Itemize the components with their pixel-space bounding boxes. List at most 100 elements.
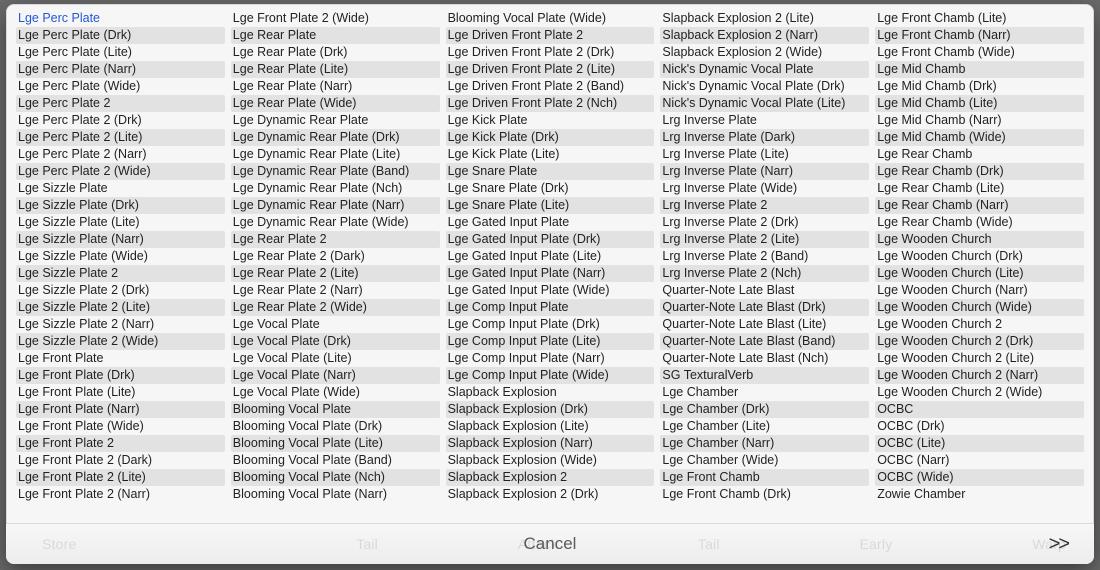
preset-item[interactable]: Lrg Inverse Plate (Narr) [660,163,869,180]
preset-item[interactable]: Lrg Inverse Plate [660,112,869,129]
preset-item[interactable]: Lge Front Chamb (Drk) [660,486,869,503]
preset-item[interactable]: Quarter-Note Late Blast (Drk) [660,299,869,316]
preset-item[interactable]: Slapback Explosion [446,384,655,401]
preset-item[interactable]: Lge Vocal Plate (Wide) [231,384,440,401]
preset-item[interactable]: Lge Mid Chamb (Lite) [875,95,1084,112]
preset-item[interactable]: Lge Rear Plate (Drk) [231,44,440,61]
preset-item[interactable]: Lge Front Plate 2 [16,435,225,452]
preset-item[interactable]: Lge Rear Plate 2 (Lite) [231,265,440,282]
preset-item[interactable]: Lrg Inverse Plate 2 [660,197,869,214]
preset-item[interactable]: Lge Rear Chamb (Narr) [875,197,1084,214]
preset-item[interactable]: Blooming Vocal Plate (Drk) [231,418,440,435]
preset-item[interactable]: Lge Front Chamb (Wide) [875,44,1084,61]
preset-item[interactable]: Lge Wooden Church 2 (Narr) [875,367,1084,384]
preset-item[interactable]: Lge Sizzle Plate 2 (Drk) [16,282,225,299]
preset-item[interactable]: Lge Sizzle Plate 2 [16,265,225,282]
preset-item[interactable]: Quarter-Note Late Blast (Band) [660,333,869,350]
preset-item[interactable]: Lge Driven Front Plate 2 [446,27,655,44]
preset-item[interactable]: Lrg Inverse Plate 2 (Band) [660,248,869,265]
preset-item[interactable]: Lge Vocal Plate (Lite) [231,350,440,367]
preset-item[interactable]: Lge Rear Chamb (Wide) [875,214,1084,231]
preset-item[interactable]: Lge Chamber (Narr) [660,435,869,452]
preset-item[interactable]: Lge Front Chamb (Narr) [875,27,1084,44]
preset-item[interactable]: Lge Sizzle Plate (Drk) [16,197,225,214]
preset-item[interactable]: Lrg Inverse Plate 2 (Lite) [660,231,869,248]
preset-item[interactable]: Lge Vocal Plate (Narr) [231,367,440,384]
preset-item[interactable]: Lge Wooden Church [875,231,1084,248]
preset-item[interactable]: Lge Perc Plate 2 [16,95,225,112]
preset-item[interactable]: Slapback Explosion (Lite) [446,418,655,435]
preset-item[interactable]: Lge Rear Chamb [875,146,1084,163]
preset-item[interactable]: Lge Snare Plate [446,163,655,180]
preset-item[interactable]: Lge Sizzle Plate (Narr) [16,231,225,248]
preset-item[interactable]: Lge Perc Plate 2 (Drk) [16,112,225,129]
preset-item[interactable]: Lge Vocal Plate [231,316,440,333]
preset-item[interactable]: Lge Kick Plate (Lite) [446,146,655,163]
preset-item[interactable]: OCBC (Drk) [875,418,1084,435]
preset-item[interactable]: Lge Driven Front Plate 2 (Drk) [446,44,655,61]
preset-item[interactable]: Lge Dynamic Rear Plate (Narr) [231,197,440,214]
preset-item[interactable]: Lge Chamber (Drk) [660,401,869,418]
preset-item[interactable]: Lge Sizzle Plate (Lite) [16,214,225,231]
preset-item[interactable]: Lge Dynamic Rear Plate (Drk) [231,129,440,146]
preset-item[interactable]: Lge Dynamic Rear Plate (Nch) [231,180,440,197]
preset-item[interactable]: Lge Kick Plate [446,112,655,129]
preset-item[interactable]: Slapback Explosion 2 (Wide) [660,44,869,61]
preset-item[interactable]: Lge Mid Chamb (Drk) [875,78,1084,95]
preset-item[interactable]: Lge Rear Chamb (Lite) [875,180,1084,197]
preset-item[interactable]: Lge Comp Input Plate [446,299,655,316]
preset-item[interactable]: Slapback Explosion (Narr) [446,435,655,452]
preset-item[interactable]: Lge Dynamic Rear Plate (Band) [231,163,440,180]
preset-item[interactable]: Lge Gated Input Plate (Lite) [446,248,655,265]
preset-item[interactable]: Blooming Vocal Plate (Nch) [231,469,440,486]
preset-item[interactable]: Lge Front Chamb (Lite) [875,10,1084,27]
next-page-button[interactable]: >> [1043,530,1074,558]
preset-item[interactable]: Lge Rear Plate (Lite) [231,61,440,78]
preset-item[interactable]: Blooming Vocal Plate (Lite) [231,435,440,452]
preset-item[interactable]: Slapback Explosion 2 (Narr) [660,27,869,44]
preset-item[interactable]: Lge Rear Plate 2 (Wide) [231,299,440,316]
preset-item[interactable]: Lge Driven Front Plate 2 (Band) [446,78,655,95]
preset-item[interactable]: Lge Perc Plate [16,10,225,27]
preset-item[interactable]: Lge Snare Plate (Lite) [446,197,655,214]
preset-item[interactable]: Lge Dynamic Rear Plate [231,112,440,129]
preset-item[interactable]: Lge Wooden Church 2 (Drk) [875,333,1084,350]
preset-item[interactable]: Lge Sizzle Plate 2 (Narr) [16,316,225,333]
preset-item[interactable]: Lge Perc Plate (Drk) [16,27,225,44]
preset-item[interactable]: OCBC (Narr) [875,452,1084,469]
preset-item[interactable]: Lge Mid Chamb (Narr) [875,112,1084,129]
preset-item[interactable]: Nick's Dynamic Vocal Plate [660,61,869,78]
preset-item[interactable]: Lge Rear Plate (Wide) [231,95,440,112]
preset-item[interactable]: Lge Chamber (Wide) [660,452,869,469]
preset-item[interactable]: Lge Wooden Church (Lite) [875,265,1084,282]
preset-item[interactable]: Zowie Chamber [875,486,1084,503]
preset-item[interactable]: Lge Front Plate 2 (Dark) [16,452,225,469]
preset-item[interactable]: Lge Front Plate (Wide) [16,418,225,435]
preset-item[interactable]: Lge Comp Input Plate (Lite) [446,333,655,350]
preset-item[interactable]: Lge Dynamic Rear Plate (Wide) [231,214,440,231]
preset-item[interactable]: Lge Front Plate (Drk) [16,367,225,384]
preset-item[interactable]: Lge Mid Chamb [875,61,1084,78]
preset-item[interactable]: Lge Rear Chamb (Drk) [875,163,1084,180]
preset-item[interactable]: Lge Perc Plate (Wide) [16,78,225,95]
preset-item[interactable]: Nick's Dynamic Vocal Plate (Drk) [660,78,869,95]
preset-item[interactable]: Lge Front Chamb [660,469,869,486]
preset-item[interactable]: Lge Wooden Church 2 (Lite) [875,350,1084,367]
preset-item[interactable]: Nick's Dynamic Vocal Plate (Lite) [660,95,869,112]
preset-item[interactable]: Lge Kick Plate (Drk) [446,129,655,146]
preset-item[interactable]: OCBC [875,401,1084,418]
preset-item[interactable]: Lge Wooden Church (Wide) [875,299,1084,316]
preset-item[interactable]: Lge Dynamic Rear Plate (Lite) [231,146,440,163]
preset-item[interactable]: OCBC (Wide) [875,469,1084,486]
preset-item[interactable]: Lrg Inverse Plate (Dark) [660,129,869,146]
preset-item[interactable]: Lge Comp Input Plate (Narr) [446,350,655,367]
preset-item[interactable]: Lge Chamber [660,384,869,401]
preset-item[interactable]: Lge Gated Input Plate (Wide) [446,282,655,299]
preset-item[interactable]: Lge Vocal Plate (Drk) [231,333,440,350]
preset-item[interactable]: Lge Wooden Church (Narr) [875,282,1084,299]
preset-item[interactable]: Lge Gated Input Plate (Drk) [446,231,655,248]
preset-item[interactable]: Blooming Vocal Plate [231,401,440,418]
preset-item[interactable]: Lge Rear Plate 2 [231,231,440,248]
preset-item[interactable]: Lge Rear Plate 2 (Narr) [231,282,440,299]
preset-item[interactable]: Lge Chamber (Lite) [660,418,869,435]
